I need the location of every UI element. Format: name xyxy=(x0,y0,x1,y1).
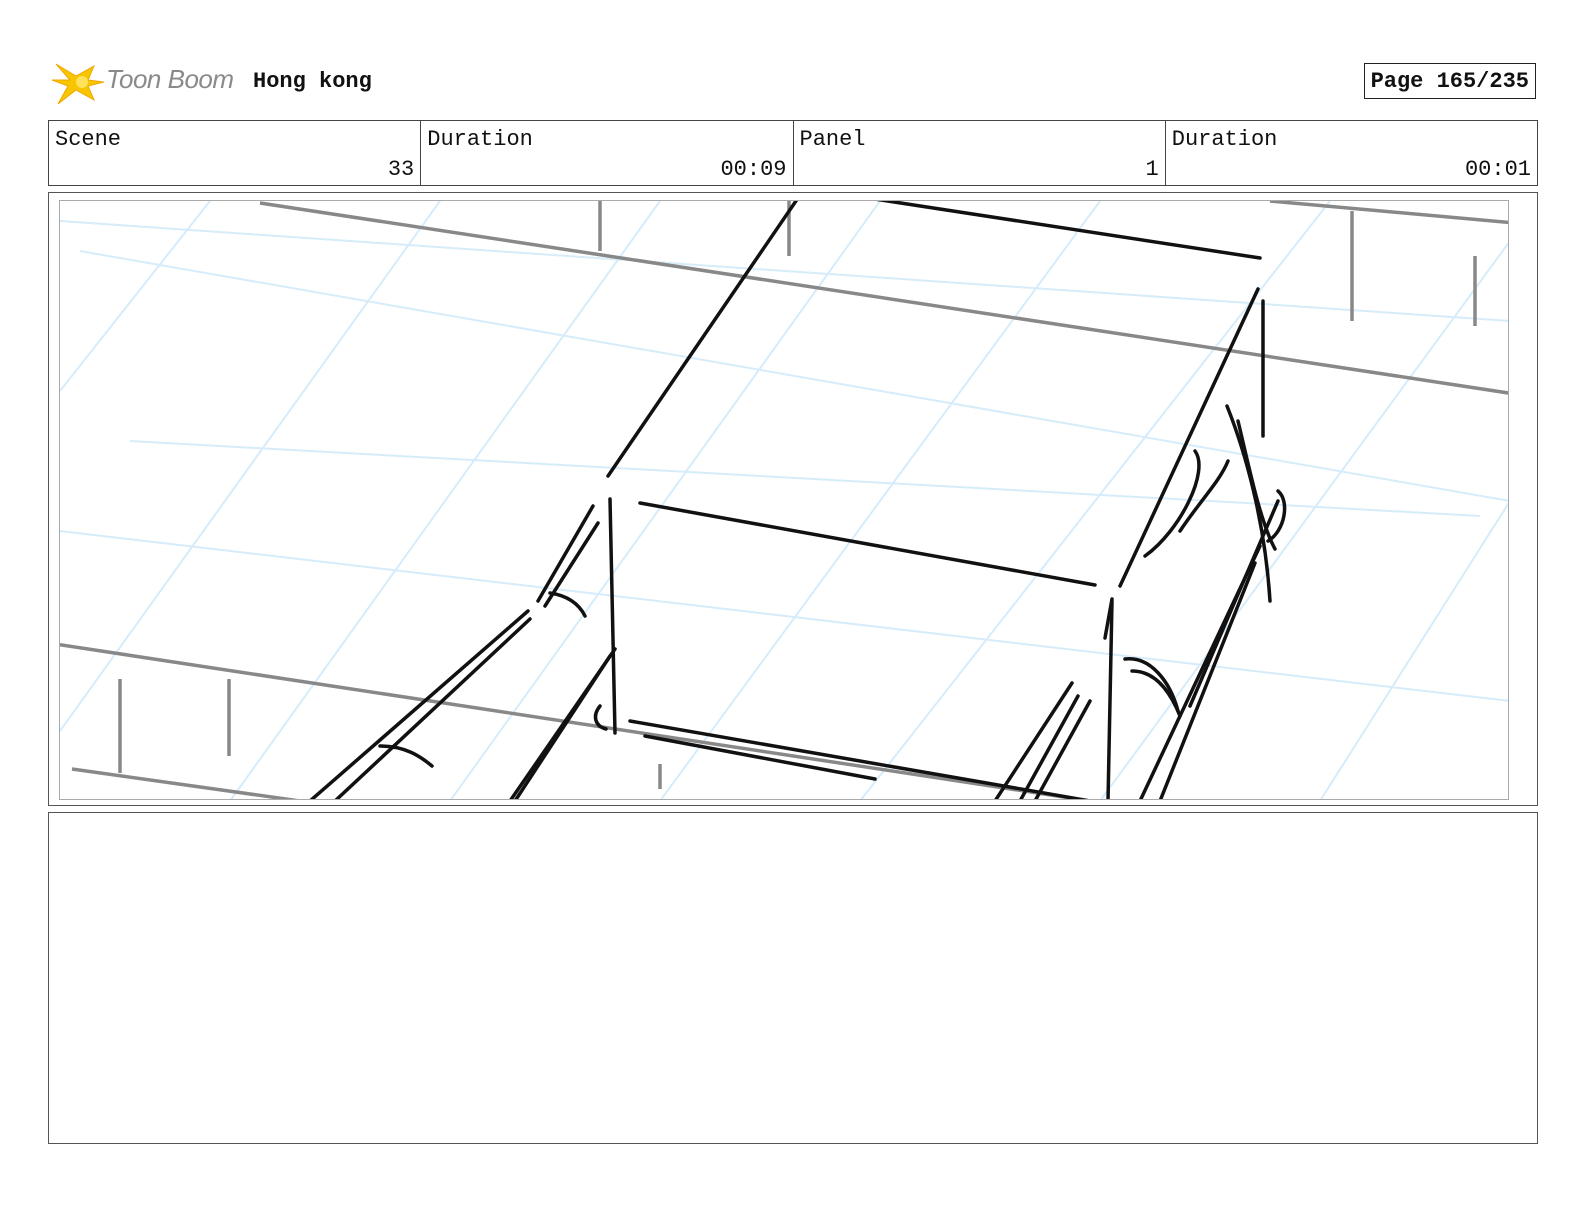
panel-duration-value: 00:01 xyxy=(1464,157,1531,182)
toon-boom-logo: Toon Boom xyxy=(50,58,240,106)
panel-label: Panel xyxy=(799,127,866,152)
panel-duration-label: Duration xyxy=(1171,127,1278,152)
scene-label: Scene xyxy=(55,127,122,152)
toon-boom-star-icon xyxy=(51,63,105,105)
scene-duration-value: 00:09 xyxy=(720,157,787,182)
scene-value: 33 xyxy=(387,157,415,182)
scene-duration-cell: Duration 00:09 xyxy=(421,121,794,185)
perspective-grid xyxy=(60,201,1508,799)
panel-value: 1 xyxy=(1145,157,1159,182)
scene-cell: Scene 33 xyxy=(49,121,422,185)
panel-duration-cell: Duration 00:01 xyxy=(1166,121,1537,185)
logo-text: Toon Boom xyxy=(106,64,234,94)
background-lines xyxy=(60,201,1508,799)
page-header: Toon Boom Hong kong Page 165/235 xyxy=(48,56,1536,108)
panel-cell: Panel 1 xyxy=(794,121,1166,185)
scene-duration-label: Duration xyxy=(427,127,533,152)
panel-notes-area xyxy=(48,812,1538,1144)
page-number: Page 165/235 xyxy=(1363,63,1536,99)
sketch-drawing xyxy=(60,201,1508,799)
panel-drawing-area xyxy=(59,200,1509,800)
panel-info-table: Scene 33 Duration 00:09 Panel 1 Duration… xyxy=(48,120,1538,186)
storyboard-panel xyxy=(48,192,1538,806)
sketch-box xyxy=(309,201,1287,799)
project-title: Hong kong xyxy=(253,69,372,94)
